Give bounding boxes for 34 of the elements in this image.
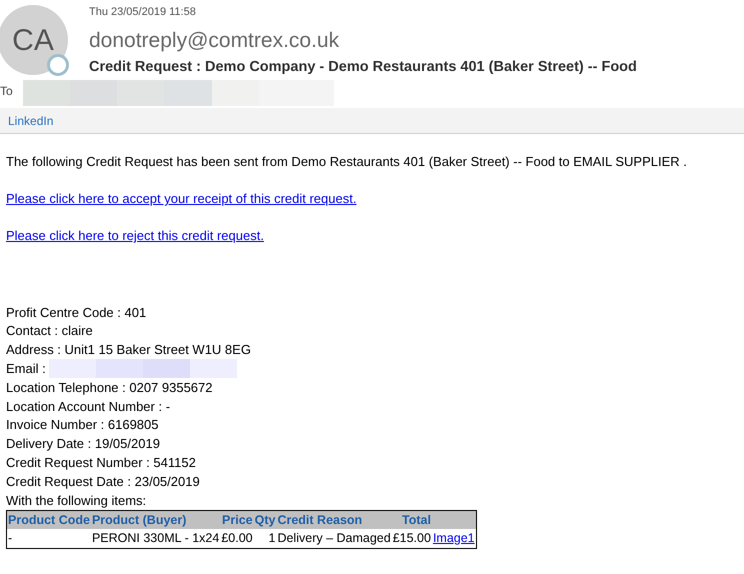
message-date: Thu 23/05/2019 11:58	[89, 5, 196, 20]
column-header: Price	[220, 510, 254, 529]
column-header: Product Code	[6, 510, 91, 529]
column-header: Credit Reason	[276, 510, 392, 529]
detail-text: Location Account Number : -	[6, 398, 170, 416]
table-cell: Delivery – Damaged	[276, 528, 392, 548]
detail-text: Delivery Date : 19/05/2019	[6, 435, 160, 454]
avatar: CA	[0, 5, 68, 75]
presence-icon	[47, 54, 69, 76]
detail-text: Invoice Number : 6169805	[6, 416, 158, 434]
email-link[interactable]: Please click here to accept your receipt of this credit request.	[6, 191, 356, 206]
detail-text: Credit Request Number : 541152	[6, 454, 196, 472]
sender-address: donotreply@comtrex.co.uk	[89, 28, 340, 54]
to-label: To	[0, 83, 13, 100]
table-cell: 1	[254, 528, 276, 548]
image-link[interactable]: Image1	[432, 530, 475, 545]
table-cell: -	[6, 528, 91, 548]
detail-text: With the following items:	[6, 492, 146, 510]
detail-text: Email :	[6, 360, 46, 378]
detail-text: Address : Unit1 15 Baker Street W1U 8EG	[6, 341, 251, 360]
column-header: Qty	[254, 510, 276, 529]
add-in-link[interactable]: LinkedIn	[8, 112, 54, 130]
detail-text: Profit Centre Code : 401	[6, 304, 146, 322]
detail-text: Location Telephone : 0207 9355672	[6, 378, 213, 397]
table-cell: PERONI 330ML - 1x24	[90, 528, 220, 548]
detail-text: Credit Request Date : 23/05/2019	[6, 472, 200, 491]
intro-text: The following Credit Request has been sent from Demo Restaurants 401 (Baker Street) -- Food to EMAIL SUPPLIER .	[6, 153, 688, 171]
table-cell: £15.00	[392, 528, 432, 548]
table-cell: £0.00	[220, 528, 254, 548]
column-header: Total	[392, 510, 432, 529]
email-link[interactable]: Please click here to reject this credit request.	[6, 228, 264, 243]
subject-line: Credit Request : Demo Company - Demo Restaurants 401 (Baker Street) -- Food	[89, 58, 637, 77]
column-header: Product (Buyer)	[90, 510, 220, 529]
detail-text: Contact : claire	[6, 322, 93, 340]
